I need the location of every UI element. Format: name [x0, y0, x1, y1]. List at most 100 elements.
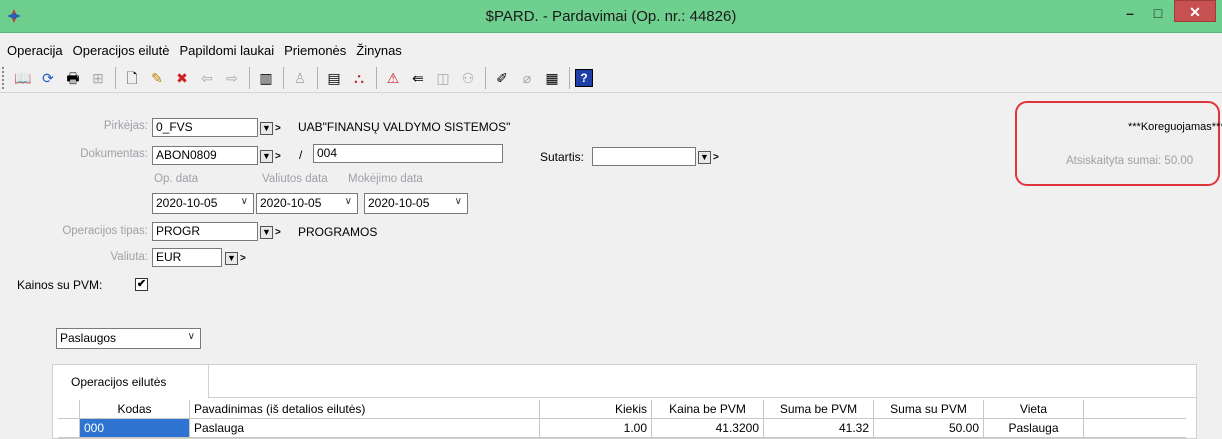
close-button[interactable]: ✕	[1174, 0, 1216, 22]
delete-icon[interactable]: ✖	[171, 67, 193, 89]
chevron-right-icon: >	[275, 150, 281, 162]
category-value: Paslaugos	[60, 331, 117, 345]
contract-label: Sutartis:	[540, 150, 585, 164]
dropdown-icon: ▼	[225, 251, 238, 265]
menu-priemones[interactable]: Priemonės	[279, 40, 351, 62]
menu-papildomi-laukai[interactable]: Papildomi laukai	[174, 40, 279, 62]
export-icon[interactable]: ⛬	[348, 67, 370, 89]
chevron-right-icon: >	[240, 252, 246, 264]
book-icon[interactable]: 📖	[12, 67, 34, 89]
payment-date-value: 2020-10-05	[368, 196, 430, 210]
header-kiekis[interactable]: Kiekis	[540, 400, 652, 419]
payment-date-label: Mokėjimo data	[348, 173, 423, 185]
op-date-value: 2020-10-05	[156, 196, 218, 210]
buyer-label: Pirkėjas:	[103, 120, 148, 132]
cell-suma-be-pvm[interactable]: 41.32	[764, 419, 874, 438]
refresh-icon[interactable]: ⟳	[37, 67, 59, 89]
row-selector[interactable]	[58, 419, 80, 438]
dropdown-icon: ▼	[698, 150, 711, 164]
toolbar-separator	[317, 66, 318, 89]
document-lookup-button[interactable]: ▼ >	[260, 148, 281, 164]
header-kodas[interactable]: Kodas	[80, 400, 190, 419]
toolbar-separator	[283, 66, 284, 89]
edit-document-icon[interactable]: ✎	[146, 67, 168, 89]
menu-bar: Operacija Operacijos eilutė Papildomi la…	[0, 40, 1222, 62]
attachment-icon[interactable]: ⌀	[516, 67, 538, 89]
redo-icon[interactable]: ⇨	[221, 67, 243, 89]
header-suma-su-pvm[interactable]: Suma su PVM	[874, 400, 984, 419]
currency-date-label: Valiutos data	[262, 173, 328, 185]
chevron-down-icon: ∨	[187, 331, 195, 342]
header-kaina-be-pvm[interactable]: Kaina be PVM	[652, 400, 764, 419]
toolbar-separator	[569, 66, 570, 89]
buyer-code-input[interactable]: 0_FVS	[152, 118, 258, 137]
currency-input[interactable]: EUR	[152, 248, 222, 267]
category-select[interactable]: Paslaugos ∨	[56, 328, 201, 349]
users-icon[interactable]: ⚇	[457, 67, 479, 89]
toolbar-separator	[115, 66, 116, 89]
dropdown-icon: ▼	[260, 225, 273, 239]
table-row[interactable]: 000 Paslauga 1.00 41.3200 41.32 50.00 Pa…	[58, 419, 1186, 438]
minimize-button[interactable]: –	[1116, 2, 1144, 24]
document-label: Dokumentas:	[80, 148, 148, 160]
document-series-input[interactable]: ABON0809	[152, 146, 258, 165]
contract-lookup-button[interactable]: ▼ >	[698, 149, 719, 165]
title-bar: $PARD. - Pardavimai (Op. nr.: 44826) – □…	[0, 0, 1222, 33]
cell-vieta[interactable]: Paslauga	[984, 419, 1084, 438]
split-icon[interactable]: ◫	[432, 67, 454, 89]
pin-icon[interactable]: ✐	[491, 67, 513, 89]
toolbar-grip[interactable]	[2, 66, 6, 89]
document-number-input[interactable]: 004	[313, 144, 503, 163]
buyer-lookup-button[interactable]: ▼ >	[260, 120, 281, 136]
header-suma-be-pvm[interactable]: Suma be PVM	[764, 400, 874, 419]
stamp-icon[interactable]: ♙	[289, 67, 311, 89]
lines-table: Kodas Pavadinimas (iš detalios eilutės) …	[58, 400, 1186, 438]
op-type-lookup-button[interactable]: ▼ >	[260, 224, 281, 240]
prices-vat-checkbox[interactable]: ✔	[135, 278, 148, 291]
undo-icon[interactable]: ⇦	[196, 67, 218, 89]
row-selector-header	[58, 400, 80, 419]
cell-filler	[1084, 419, 1186, 438]
menu-operacijos-eilute[interactable]: Operacijos eilutė	[68, 40, 175, 62]
header-pavadinimas[interactable]: Pavadinimas (iš detalios eilutės)	[190, 400, 540, 419]
cell-kodas[interactable]: 000	[80, 419, 190, 438]
payment-date-picker[interactable]: 2020-10-05 ∨	[364, 193, 468, 214]
contract-input[interactable]	[592, 147, 696, 166]
chevron-right-icon: >	[275, 122, 281, 134]
currency-lookup-button[interactable]: ▼ >	[225, 250, 246, 266]
header-vieta[interactable]: Vieta	[984, 400, 1084, 419]
chevron-down-icon: ∨	[240, 196, 248, 207]
document-list-icon[interactable]: ▤	[323, 67, 345, 89]
cell-pavadinimas[interactable]: Paslauga	[190, 419, 540, 438]
cell-kaina-be-pvm[interactable]: 41.3200	[652, 419, 764, 438]
window-title: $PARD. - Pardavimai (Op. nr.: 44826)	[485, 8, 737, 25]
toolbar-separator	[249, 66, 250, 89]
print-preview-icon[interactable]: ⊞	[87, 67, 109, 89]
calculator-icon[interactable]: ▦	[541, 67, 563, 89]
chevron-right-icon: >	[275, 226, 281, 238]
dropdown-icon: ▼	[260, 121, 273, 135]
menu-operacija[interactable]: Operacija	[2, 40, 68, 62]
header-filler	[1084, 400, 1186, 419]
help-icon[interactable]: ?	[575, 68, 593, 87]
cell-kiekis[interactable]: 1.00	[540, 419, 652, 438]
import-icon[interactable]: ⇚	[407, 67, 429, 89]
op-type-input[interactable]: PROGR	[152, 222, 258, 241]
cell-suma-su-pvm[interactable]: 50.00	[874, 419, 984, 438]
columns-icon[interactable]: ▥	[255, 67, 277, 89]
new-document-icon[interactable]: 🗋	[121, 67, 143, 89]
status-highlight	[1015, 101, 1220, 186]
tab-operacijos-eilutes[interactable]: Operacijos eilutės	[53, 365, 209, 398]
menu-zinynas[interactable]: Žinynas	[351, 40, 407, 62]
warning-icon[interactable]: ⚠	[382, 67, 404, 89]
maximize-button[interactable]: □	[1144, 2, 1172, 24]
toolbar-separator	[376, 66, 377, 89]
prices-vat-label: Kainos su PVM:	[17, 278, 103, 292]
op-date-picker[interactable]: 2020-10-05 ∨	[152, 193, 254, 214]
currency-label: Valiuta:	[110, 251, 148, 263]
op-date-label: Op. data	[154, 173, 199, 185]
print-icon[interactable]: 🖶	[62, 67, 84, 89]
edit-state-text: ***Koreguojamas***	[1128, 121, 1222, 133]
currency-date-picker[interactable]: 2020-10-05 ∨	[256, 193, 358, 214]
chevron-right-icon: >	[713, 151, 719, 163]
